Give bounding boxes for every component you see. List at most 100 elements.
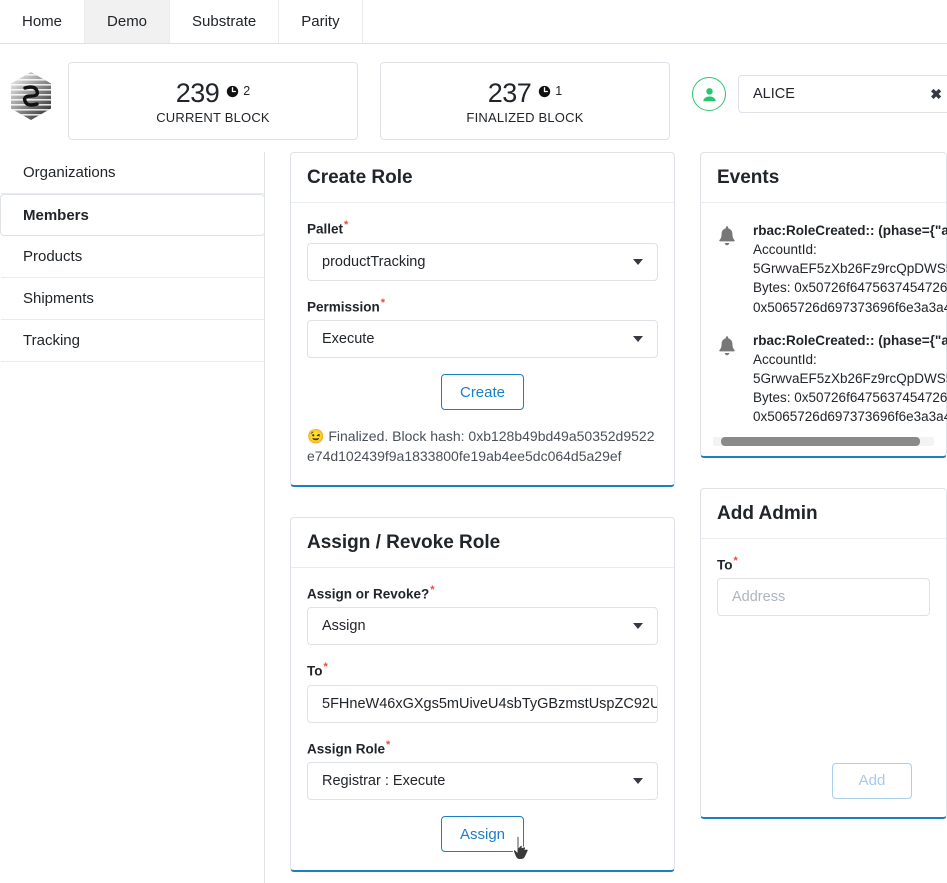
account-input[interactable]: ALICE ✖ <box>738 75 947 113</box>
account-selector[interactable]: ALICE ✖ <box>692 75 947 113</box>
events-card: Events rbac:RoleCreated:: (phase={"apply… <box>700 152 947 458</box>
sidebar-item-members[interactable]: Members <box>0 194 265 236</box>
clock-icon <box>539 85 551 97</box>
close-icon[interactable]: ✖ <box>930 86 942 103</box>
bell-icon <box>719 226 735 246</box>
required-marker: * <box>323 661 328 674</box>
sidebar-item-products[interactable]: Products <box>1 236 264 278</box>
event-title: rbac:RoleCreated:: (phase={"applyExtrins… <box>753 332 947 348</box>
add-admin-button[interactable]: Add <box>832 762 912 799</box>
required-marker: * <box>430 583 435 596</box>
tab-bar-filler <box>362 0 947 43</box>
finalized-block-time: 1 <box>555 83 563 98</box>
permission-label: Permission* <box>307 297 658 315</box>
event-account-label: AccountId: <box>753 242 817 258</box>
main-column: Create Role Pallet* productTracking Perm… <box>265 152 675 883</box>
event-item[interactable]: rbac:RoleCreated:: (phase={"applyExtrins… <box>701 211 947 321</box>
required-marker: * <box>733 554 738 567</box>
sidebar-item-label: Products <box>23 248 83 265</box>
assign-to-label-text: To <box>307 663 323 679</box>
current-block-label: CURRENT BLOCK <box>156 109 270 125</box>
add-admin-to-label-text: To <box>717 557 733 573</box>
event-title: rbac:RoleCreated:: (phase={"applyExtrins… <box>753 223 947 238</box>
sidebar: Organizations Members Products Shipments… <box>0 152 265 883</box>
add-admin-to-placeholder: Address <box>732 589 786 606</box>
finalized-block-label: FINALIZED BLOCK <box>466 109 584 125</box>
assign-role-value: Registrar : Execute <box>322 773 446 790</box>
tab-substrate[interactable]: Substrate <box>170 0 280 43</box>
chevron-down-icon <box>633 778 643 785</box>
clock-icon <box>227 85 239 97</box>
sidebar-item-tracking[interactable]: Tracking <box>1 320 264 362</box>
required-marker: * <box>380 296 386 309</box>
permission-select[interactable]: Execute <box>307 320 658 358</box>
sidebar-item-label: Tracking <box>23 332 80 349</box>
assign-button[interactable]: Assign <box>440 816 525 853</box>
assign-revoke-role-card: Assign / Revoke Role Assign or Revoke?* … <box>290 516 675 873</box>
events-title: Events <box>701 153 946 203</box>
top-tab-bar: Home Demo Substrate Parity <box>0 0 947 44</box>
event-text: rbac:RoleCreated:: (phase={"applyExtrins… <box>753 221 947 317</box>
event-account-value: 5GrwvaEF5zXb26Fz9rcQpDWS57CtERHpNehXCPcN… <box>753 261 947 277</box>
event-bytes-line-1: Bytes: 0x50726f647563745472616b696e67 <box>753 280 947 296</box>
chevron-down-icon <box>633 623 643 630</box>
sidebar-item-label: Organizations <box>23 164 116 181</box>
add-admin-to-input[interactable]: Address <box>717 578 930 617</box>
pallet-label: Pallet* <box>307 219 658 237</box>
create-button[interactable]: Create <box>440 374 525 410</box>
chevron-down-icon <box>633 336 643 342</box>
event-item[interactable]: rbac:RoleCreated:: (phase={"applyExtrins… <box>701 321 947 431</box>
event-bytes-line-2: 0x5065726d697373696f6e3a3a45786563757465… <box>753 409 947 425</box>
permission-label-text: Permission <box>307 299 380 314</box>
assign-or-revoke-label-text: Assign or Revoke? <box>307 586 430 602</box>
tab-home[interactable]: Home <box>0 0 86 43</box>
create-role-title: Create Role <box>291 153 674 203</box>
assign-or-revoke-value: Assign <box>322 618 366 635</box>
avatar <box>692 77 726 111</box>
chevron-down-icon <box>633 258 643 265</box>
create-role-status-text: Finalized. Block hash: <box>328 428 465 444</box>
tab-demo[interactable]: Demo <box>85 0 171 43</box>
create-role-card: Create Role Pallet* productTracking Perm… <box>290 152 675 487</box>
tab-parity[interactable]: Parity <box>279 0 363 43</box>
page-body: Organizations Members Products Shipments… <box>0 152 947 883</box>
pallet-select[interactable]: productTracking <box>307 242 658 281</box>
sidebar-item-shipments[interactable]: Shipments <box>1 278 264 320</box>
add-admin-title: Add Admin <box>701 489 946 539</box>
required-marker: * <box>386 738 391 751</box>
user-icon <box>702 87 716 101</box>
bell-icon <box>719 335 735 356</box>
event-account-label: AccountId: <box>753 351 817 367</box>
current-block-card: 239 2 CURRENT BLOCK <box>68 62 358 140</box>
assign-or-revoke-select[interactable]: Assign <box>307 607 658 646</box>
required-marker: * <box>344 219 349 231</box>
pallet-value: productTracking <box>322 253 426 270</box>
add-admin-card: Add Admin To* Address Add <box>700 487 947 819</box>
events-horizontal-scrollbar[interactable] <box>713 436 934 446</box>
assign-to-value: 5FHneW46xGXgs5mUiveU4sbTyGBzmstUspZC92Uh… <box>322 695 658 712</box>
assign-to-input[interactable]: 5FHneW46xGXgs5mUiveU4sbTyGBzmstUspZC92Uh… <box>307 684 658 723</box>
permission-value: Execute <box>322 331 375 347</box>
assign-to-label: To* <box>307 661 658 679</box>
assign-role-select[interactable]: Registrar : Execute <box>307 762 658 801</box>
assign-or-revoke-label: Assign or Revoke?* <box>307 584 658 602</box>
sidebar-item-organizations[interactable]: Organizations <box>1 152 264 194</box>
finalized-block-card: 237 1 FINALIZED BLOCK <box>380 62 670 140</box>
scrollbar-thumb[interactable] <box>721 436 920 446</box>
assign-role-label-text: Assign Role <box>307 741 386 757</box>
create-role-status: 😉 Finalized. Block hash: 0xb128b49bd49a5… <box>307 426 658 467</box>
event-bytes-line-2: 0x5065726d697373696f6e3a3a45786563757465… <box>753 299 947 315</box>
current-block-time: 2 <box>243 83 251 98</box>
assign-revoke-title: Assign / Revoke Role <box>291 518 674 568</box>
pallet-label-text: Pallet <box>307 221 344 237</box>
finalized-block-number: 237 <box>487 77 532 108</box>
hex-logo-icon <box>11 72 51 120</box>
wink-emoji-icon: 😉 <box>307 428 325 444</box>
account-value: ALICE <box>753 86 795 102</box>
add-admin-to-label: To* <box>717 555 930 573</box>
current-block-number: 239 <box>175 77 220 108</box>
sidebar-item-label: Members <box>23 206 89 224</box>
app-header: 239 2 CURRENT BLOCK 237 1 FINALIZED BLOC… <box>0 44 947 152</box>
event-account-value: 5GrwvaEF5zXb26Fz9rcQpDWS57CtERHpNehXCPcN… <box>753 371 947 387</box>
side-column: Events rbac:RoleCreated:: (phase={"apply… <box>675 152 947 849</box>
